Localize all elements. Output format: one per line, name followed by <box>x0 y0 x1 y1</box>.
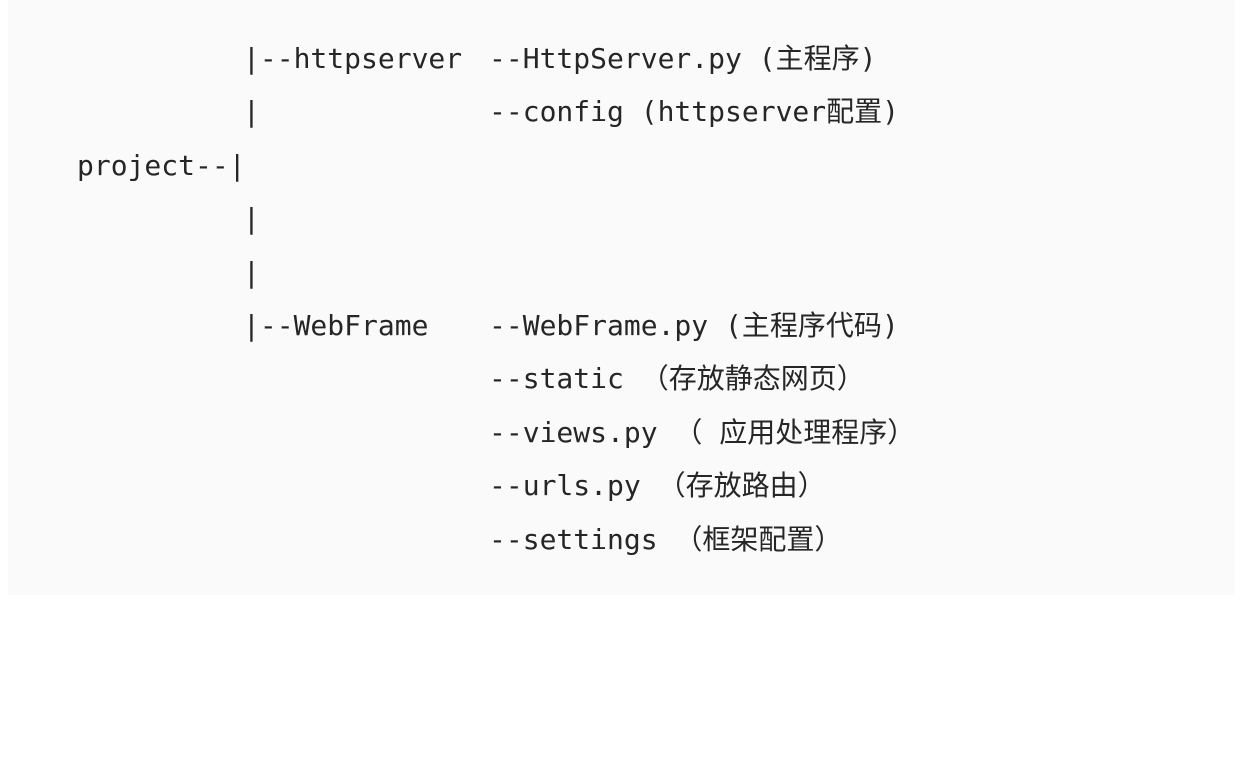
tree-file-entry: --static （存放静态网页） <box>489 362 865 396</box>
tree-line: |--httpserver --HttpServer.py (主程序) <box>77 32 876 85</box>
tree-branch: |--httpserver <box>243 42 463 75</box>
tree-file-entry: --HttpServer.py (主程序) <box>489 42 877 75</box>
tree-branch: | <box>243 202 260 236</box>
tree-root-label: project--| <box>77 148 246 182</box>
tree-file-entry: --views.py （ 应用处理程序） <box>489 415 916 449</box>
tree-line: | <box>77 246 260 299</box>
directory-tree: |--httpserver --HttpServer.py (主程序) | --… <box>77 32 915 566</box>
tree-line: | --config (httpserver配置) <box>77 85 899 138</box>
tree-line: --views.py （ 应用处理程序） <box>77 406 915 459</box>
tree-branch: | <box>243 255 260 289</box>
tree-file-entry: --settings （框架配置） <box>489 522 843 556</box>
tree-branch: |--WebFrame <box>243 308 429 342</box>
tree-line: project--| <box>77 139 246 192</box>
tree-file-entry: --urls.py （存放路由） <box>489 469 826 503</box>
tree-line: | <box>77 192 260 245</box>
tree-line: --urls.py （存放路由） <box>77 459 826 512</box>
tree-line: --static （存放静态网页） <box>77 352 865 405</box>
tree-line: --settings （框架配置） <box>77 513 842 566</box>
tree-file-entry: --config (httpserver配置) <box>489 95 900 129</box>
tree-line: |--WebFrame --WebFrame.py (主程序代码) <box>77 299 899 352</box>
document-panel: |--httpserver --HttpServer.py (主程序) | --… <box>8 0 1235 595</box>
tree-branch: | <box>243 95 260 129</box>
tree-file-entry: --WebFrame.py (主程序代码) <box>489 308 899 342</box>
